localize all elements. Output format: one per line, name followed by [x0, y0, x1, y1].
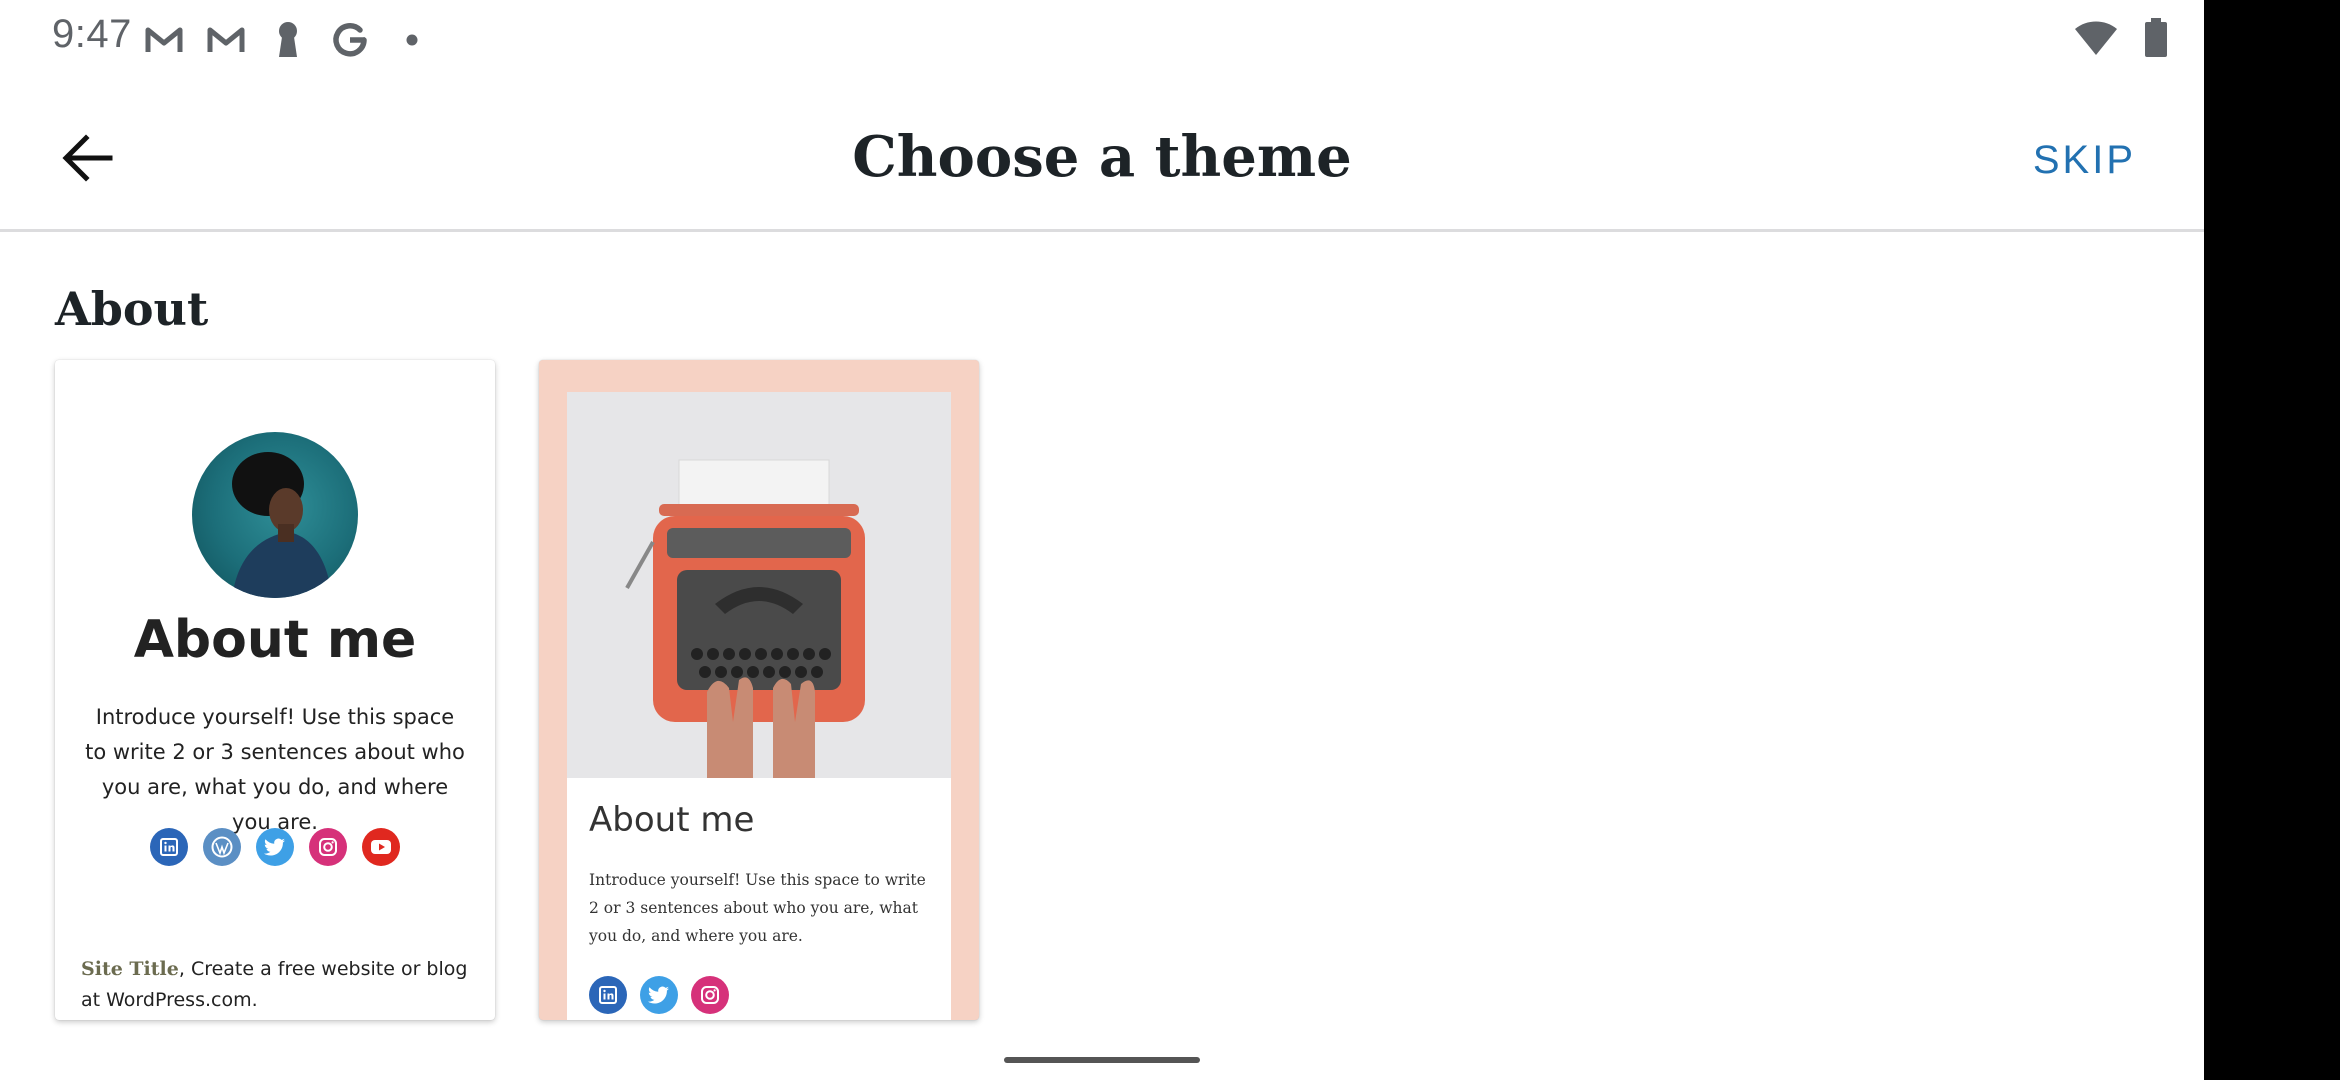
- social-icons: [55, 828, 495, 866]
- instagram-icon: [309, 828, 347, 866]
- google-icon: [328, 20, 372, 60]
- theme-intro-text: Introduce yourself! Use this space to wr…: [85, 705, 465, 834]
- instagram-icon: [691, 976, 729, 1014]
- typewriter-image: [567, 392, 951, 778]
- theme-heading: About me: [133, 610, 417, 670]
- linkedin-icon: [589, 976, 627, 1014]
- skip-button[interactable]: SKIP: [2033, 138, 2136, 183]
- wifi-icon: [2074, 19, 2118, 62]
- notification-icons: [142, 20, 434, 60]
- footer-site-title: Site Title: [81, 958, 179, 980]
- social-icons: [589, 976, 729, 1014]
- theme-footer: Site Title, Create a free website or blo…: [81, 954, 469, 1016]
- gmail-icon: [204, 20, 248, 60]
- theme-preview: About me Introduce yourself! Use this sp…: [567, 392, 951, 1020]
- theme-card-about-2[interactable]: About me Introduce yourself! Use this sp…: [539, 360, 979, 1020]
- youtube-icon: [362, 828, 400, 866]
- section-title: About: [55, 282, 209, 336]
- theme-intro-text: Introduce yourself! Use this space to wr…: [589, 871, 926, 945]
- status-bar: 9:47: [0, 0, 2204, 78]
- battery-icon: [2144, 18, 2168, 63]
- system-icons: [2074, 18, 2168, 63]
- app-bar: Choose a theme SKIP: [0, 78, 2204, 232]
- keyhole-icon: [266, 20, 310, 60]
- page-title: Choose a theme: [852, 124, 1352, 190]
- dot-icon: [390, 20, 434, 60]
- twitter-icon: [256, 828, 294, 866]
- home-indicator[interactable]: [1004, 1057, 1200, 1063]
- linkedin-icon: [150, 828, 188, 866]
- wordpress-icon: [203, 828, 241, 866]
- theme-card-about-1[interactable]: About me Introduce yourself! Use this sp…: [55, 360, 495, 1020]
- avatar: [192, 432, 358, 598]
- twitter-icon: [640, 976, 678, 1014]
- theme-heading: About me: [589, 800, 755, 840]
- status-time: 9:47: [52, 12, 132, 56]
- gmail-icon: [142, 20, 186, 60]
- screen: 9:47 Choose a theme SKIP About About me …: [0, 0, 2204, 1080]
